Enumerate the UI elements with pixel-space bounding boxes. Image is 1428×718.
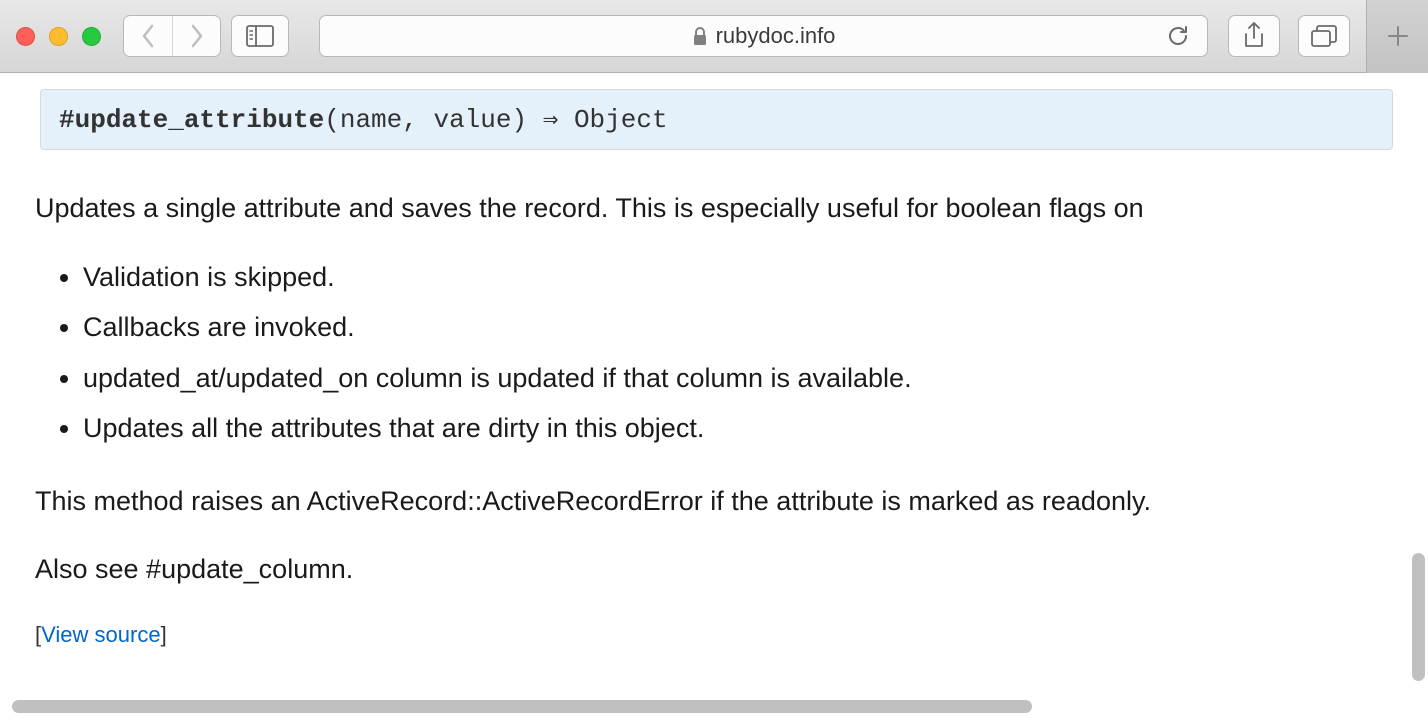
toolbar-right-buttons [1228,15,1350,57]
bracket-close: ] [161,622,167,647]
horizontal-scroll-thumb[interactable] [12,700,1032,713]
vertical-scroll-thumb[interactable] [1412,553,1425,681]
view-source-link[interactable]: View source [41,622,160,647]
back-button[interactable] [124,16,172,56]
reload-icon[interactable] [1167,24,1189,48]
method-params: (name, value) [324,105,527,135]
close-window-button[interactable] [16,27,35,46]
navigation-buttons [123,15,221,57]
doc-intro: Updates a single attribute and saves the… [35,188,1393,229]
address-content: rubydoc.info [692,23,836,49]
share-button[interactable] [1228,15,1280,57]
list-item: Validation is skipped. [83,257,1393,298]
new-tab-button[interactable] [1366,0,1428,73]
sidebar-icon [246,25,274,47]
show-sidebar-button[interactable] [231,15,289,57]
list-item: Callbacks are invoked. [83,307,1393,348]
horizontal-scrollbar[interactable] [12,700,1408,715]
window-controls [16,27,101,46]
share-icon [1243,22,1265,50]
method-name: update_attribute [75,105,325,135]
list-item: updated_at/updated_on column is updated … [83,358,1393,399]
maximize-window-button[interactable] [82,27,101,46]
lock-icon [692,26,708,46]
vertical-scrollbar[interactable] [1410,73,1425,698]
page-content: #update_attribute(name, value) ⇒ Object … [0,73,1428,696]
method-signature-header: #update_attribute(name, value) ⇒ Object [40,89,1393,150]
chevron-right-icon [189,24,204,48]
doc-see-also: Also see #update_column. [35,549,1393,590]
browser-toolbar: rubydoc.info [0,0,1428,73]
list-item: Updates all the attributes that are dirt… [83,408,1393,449]
forward-button[interactable] [172,16,220,56]
chevron-left-icon [141,24,156,48]
method-prefix: # [59,105,75,135]
doc-notes-list: Validation is skipped. Callbacks are inv… [35,257,1393,449]
url-text: rubydoc.info [716,23,836,49]
minimize-window-button[interactable] [49,27,68,46]
method-return-type: Object [574,105,668,135]
doc-error-note: This method raises an ActiveRecord::Acti… [35,481,1393,522]
method-arrow: ⇒ [527,105,574,135]
tabs-icon [1311,25,1337,47]
tabs-button[interactable] [1298,15,1350,57]
plus-icon [1387,25,1409,47]
view-source-container: [View source] [35,618,1393,651]
address-bar[interactable]: rubydoc.info [319,15,1208,57]
